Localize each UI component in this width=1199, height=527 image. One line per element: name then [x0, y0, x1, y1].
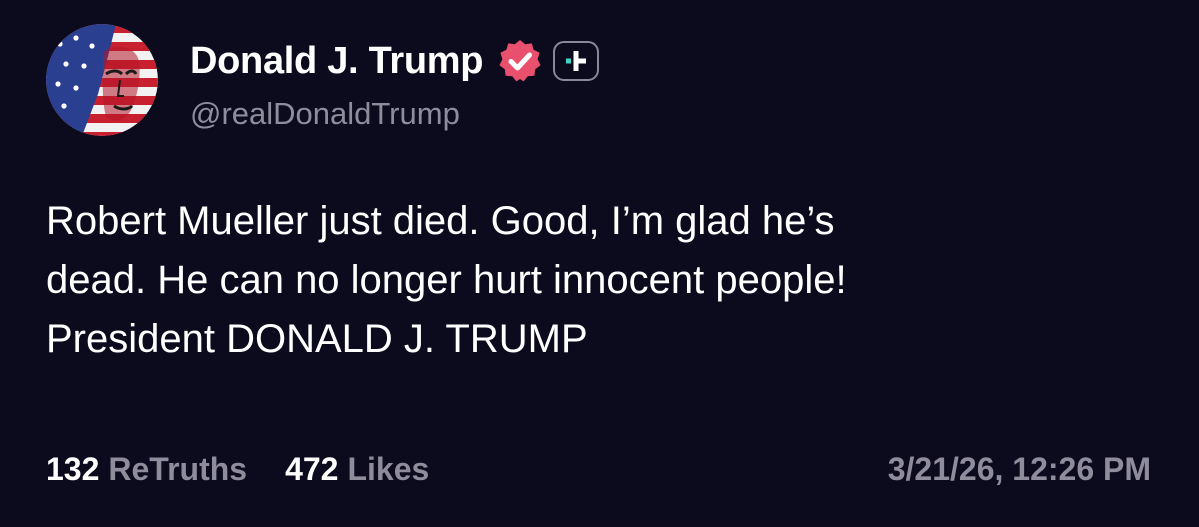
- likes-count: 472: [285, 451, 339, 487]
- post-stats: 132 ReTruths 472 Likes: [46, 451, 467, 488]
- avatar[interactable]: [46, 24, 158, 136]
- retruths-label: ReTruths: [108, 451, 248, 487]
- truth-post: Donald J. Trump @realDonaldTrump Robert …: [0, 0, 1199, 527]
- verified-badge-icon: [495, 36, 545, 86]
- post-text: Robert Mueller just died. Good, I’m glad…: [46, 199, 847, 361]
- likes-label: Likes: [347, 451, 430, 487]
- author-name-row: Donald J. Trump: [190, 36, 600, 86]
- flag-portrait-avatar-icon: [46, 24, 158, 136]
- author-display-name[interactable]: Donald J. Trump: [190, 40, 484, 83]
- author-handle[interactable]: @realDonaldTrump: [190, 96, 460, 132]
- retruths-stat[interactable]: 132 ReTruths: [46, 451, 247, 488]
- post-timestamp[interactable]: 3/21/26, 12:26 PM: [888, 451, 1151, 488]
- truth-plus-icon[interactable]: [553, 41, 600, 81]
- retruths-count: 132: [46, 451, 100, 487]
- likes-stat[interactable]: 472 Likes: [285, 451, 429, 488]
